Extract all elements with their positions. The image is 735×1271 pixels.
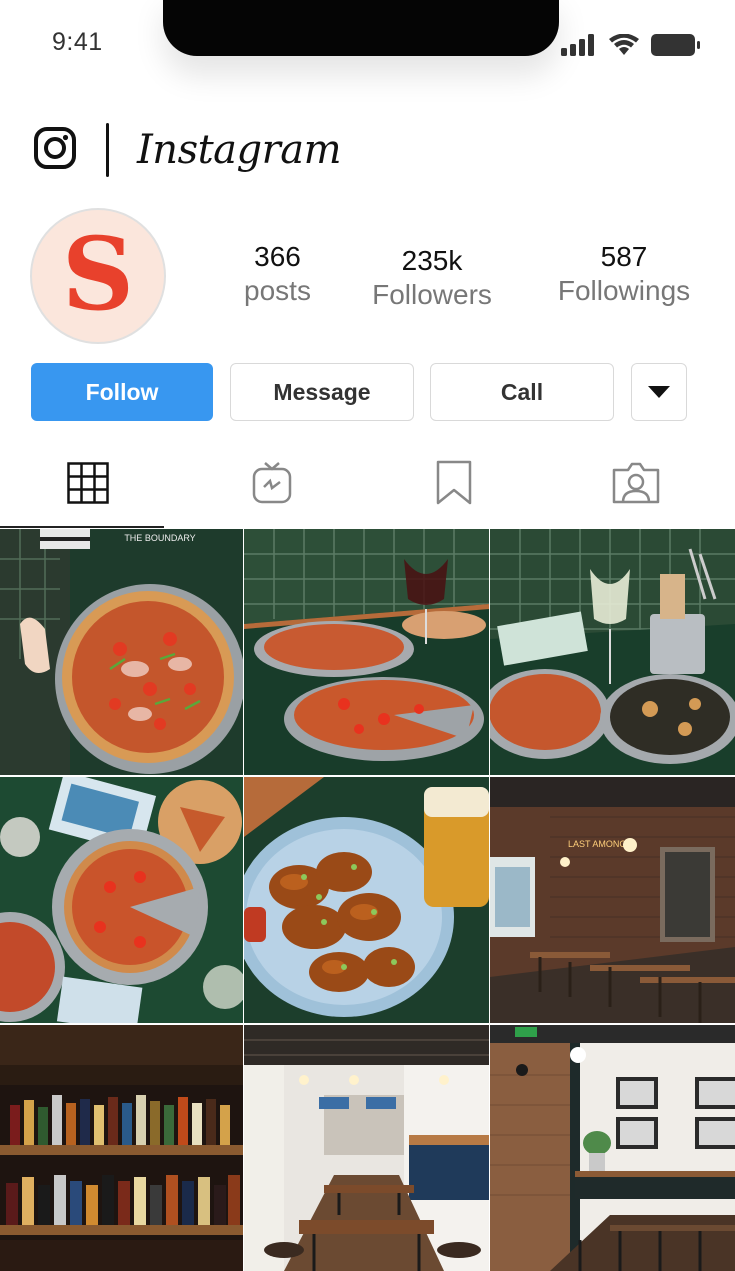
call-button[interactable]: Call [430, 363, 614, 421]
post-image [490, 1025, 735, 1271]
post-tile[interactable] [0, 1025, 243, 1271]
posts-count: 366 [254, 241, 301, 272]
post-image [244, 1025, 489, 1271]
more-options-button[interactable] [631, 363, 687, 421]
post-tile[interactable]: THE BOUNDARY [0, 529, 243, 775]
system-icons [561, 33, 701, 61]
battery-icon [651, 34, 701, 61]
stat-posts[interactable]: 366 posts [225, 240, 330, 308]
header-divider [106, 123, 109, 177]
caret-down-icon [648, 386, 670, 398]
instagram-logo-icon[interactable] [34, 126, 76, 174]
status-time: 9:41 [52, 28, 103, 56]
tab-igtv[interactable] [242, 453, 302, 513]
followings-label: Followings [557, 275, 691, 306]
post-tile[interactable]: LAST AMONG [490, 777, 735, 1023]
post-tile[interactable] [244, 1025, 489, 1271]
post-tile[interactable] [490, 1025, 735, 1271]
post-image [244, 529, 489, 775]
phone-notch [163, 0, 559, 56]
followers-label: Followers [372, 279, 492, 310]
avatar[interactable]: S [30, 208, 166, 344]
follow-button[interactable]: Follow [31, 363, 213, 421]
svg-text:LAST AMONG: LAST AMONG [568, 839, 626, 849]
post-tile[interactable] [244, 777, 489, 1023]
igtv-icon [252, 462, 292, 504]
post-image [490, 529, 735, 775]
avatar-letter: S [62, 221, 134, 331]
followers-count: 235k [401, 245, 463, 276]
avatar-logo-icon: S [62, 221, 134, 331]
brand-wordmark: Instagram [137, 127, 342, 173]
tab-tagged[interactable] [606, 453, 666, 513]
post-image [0, 777, 243, 1023]
posts-label: posts [244, 275, 311, 306]
post-image: LAST AMONG [490, 777, 735, 1023]
tab-grid[interactable] [58, 453, 118, 513]
stat-followings[interactable]: 587 Followings [548, 240, 700, 308]
post-tile[interactable] [244, 529, 489, 775]
bookmark-icon [436, 460, 472, 505]
active-tab-indicator [0, 526, 164, 528]
posts-grid: THE BOUNDARY LAST AMONG [0, 529, 735, 1271]
post-image: THE BOUNDARY [0, 529, 243, 775]
profile-tabs [0, 445, 735, 529]
post-overlay-text: THE BOUNDARY [124, 533, 195, 543]
app-header: Instagram [34, 120, 342, 180]
post-image [244, 777, 489, 1023]
message-button[interactable]: Message [230, 363, 414, 421]
followings-count: 587 [600, 241, 648, 272]
status-bar: 9:41 [0, 0, 735, 95]
wifi-icon [609, 33, 639, 61]
stat-followers[interactable]: 235k Followers [362, 244, 502, 312]
post-image [0, 1025, 243, 1271]
post-tile[interactable] [490, 529, 735, 775]
tagged-person-icon [612, 462, 660, 504]
signal-icon [561, 34, 597, 61]
tab-saved[interactable] [424, 453, 484, 513]
post-tile[interactable] [0, 777, 243, 1023]
grid-icon [67, 462, 109, 504]
